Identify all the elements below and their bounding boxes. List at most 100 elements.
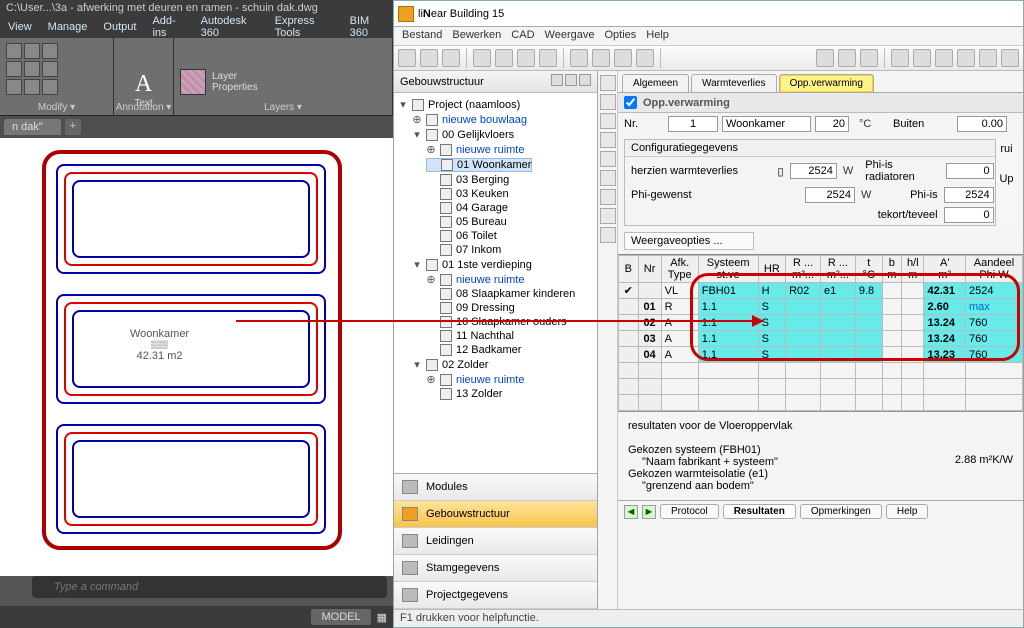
model-tab[interactable]: MODEL <box>311 609 370 625</box>
btab-help[interactable]: Help <box>886 504 929 519</box>
toolbar-button[interactable] <box>614 49 632 67</box>
grid-row-empty[interactable] <box>619 363 1023 379</box>
cfg-value-field[interactable]: 0 <box>946 163 993 179</box>
grid-row[interactable]: 03A1.1S13.24760 <box>619 331 1023 347</box>
toolbar-button[interactable] <box>816 49 834 67</box>
tree-node[interactable]: ▾02 Zolder <box>396 357 595 372</box>
menu-item[interactable]: Bestand <box>402 29 442 43</box>
tool-icon[interactable] <box>42 43 58 59</box>
toolbar-button[interactable] <box>539 49 557 67</box>
grid-header[interactable]: B <box>619 256 639 283</box>
tree-node[interactable]: ▾Project (naamloos) <box>396 97 595 112</box>
nav-pipes[interactable]: Leidingen <box>394 528 597 555</box>
tree-node[interactable]: ⊕nieuwe ruimte <box>396 372 595 387</box>
acad-tab[interactable]: View <box>0 21 40 33</box>
tool-icon[interactable] <box>6 79 22 95</box>
toolbar-button[interactable] <box>495 49 513 67</box>
acad-tab[interactable]: Output <box>95 21 144 33</box>
nav-project[interactable]: Projectgegevens <box>394 582 597 609</box>
toolbar-button[interactable] <box>891 49 909 67</box>
menu-item[interactable]: CAD <box>511 29 534 43</box>
grid-header[interactable]: HR <box>758 256 786 283</box>
cfg-value-field[interactable]: 2524 <box>790 163 837 179</box>
layer-properties-icon[interactable] <box>180 69 206 95</box>
grid-row[interactable]: 02A1.1S13.24760 <box>619 315 1023 331</box>
acad-tab[interactable]: BIM 360 <box>342 15 393 39</box>
tree-node[interactable]: 03 Berging <box>396 173 595 187</box>
toolbar-button[interactable] <box>636 49 654 67</box>
vtool-icon[interactable] <box>600 189 616 205</box>
layer-properties-label[interactable]: Layer Properties <box>212 71 258 93</box>
vtool-icon[interactable] <box>600 227 616 243</box>
room-name-field[interactable]: Woonkamer <box>722 116 811 132</box>
vtool-icon[interactable] <box>600 94 616 110</box>
display-options-button[interactable]: Weergaveopties ... <box>624 232 754 250</box>
tab-heatloss[interactable]: Warmteverlies <box>691 74 777 92</box>
tree-node[interactable]: 13 Zolder <box>396 387 595 401</box>
acad-canvas[interactable]: Woonkamer ▒▒▒ 42.31 m2 <box>0 138 393 576</box>
toolbar-button[interactable] <box>592 49 610 67</box>
panel-title[interactable]: Modify ▾ <box>0 102 113 113</box>
panel-button-icon[interactable] <box>551 74 563 86</box>
toolbar-button[interactable] <box>420 49 438 67</box>
menu-item[interactable]: Help <box>646 29 669 43</box>
tool-icon[interactable] <box>24 43 40 59</box>
side-btn[interactable]: Up <box>996 173 1017 185</box>
tree-node[interactable]: 06 Toilet <box>396 229 595 243</box>
section-enable-checkbox[interactable] <box>624 96 637 109</box>
grid-row[interactable]: ✔VLFBH01HR02e19.842.312524 <box>619 283 1023 299</box>
toolbar-button[interactable] <box>979 49 997 67</box>
tree-node[interactable]: 11 Nachthal <box>396 329 595 343</box>
acad-tab[interactable]: Add-ins <box>144 15 192 39</box>
toolbar-button[interactable] <box>473 49 491 67</box>
nav-stam[interactable]: Stamgegevens <box>394 555 597 582</box>
grid-header[interactable]: Nr <box>638 256 661 283</box>
tab-nav-prev-icon[interactable]: ◄ <box>624 505 638 519</box>
toolbar-button[interactable] <box>860 49 878 67</box>
grid-header[interactable]: R ... m²... <box>786 256 821 283</box>
toolbar-button[interactable] <box>398 49 416 67</box>
toolbar-button[interactable] <box>957 49 975 67</box>
surface-grid[interactable]: BNrAfk. TypeSysteem st.veHRR ... m²...R … <box>618 254 1023 411</box>
nr-field[interactable]: 1 <box>668 116 718 132</box>
nav-modules[interactable]: Modules <box>394 474 597 501</box>
grid-row[interactable]: 01R1.1S2.60max <box>619 299 1023 315</box>
text-tool-icon[interactable]: A <box>135 71 152 98</box>
grid-header[interactable]: Systeem st.ve <box>698 256 758 283</box>
add-document-icon[interactable]: + <box>65 119 81 135</box>
grid-row-empty[interactable] <box>619 395 1023 411</box>
grid-row[interactable]: 04A1.1S13.23760 <box>619 347 1023 363</box>
vtool-icon[interactable] <box>600 113 616 129</box>
tool-icon[interactable] <box>42 61 58 77</box>
grid-header[interactable]: A' m² <box>924 256 966 283</box>
btab-results[interactable]: Resultaten <box>723 504 796 519</box>
temp-field[interactable]: 20 <box>815 116 849 132</box>
toolbar-button[interactable] <box>517 49 535 67</box>
toolbar-button[interactable] <box>1001 49 1019 67</box>
cfg-value-field[interactable]: 2524 <box>944 187 994 203</box>
grid-header[interactable]: b m <box>882 256 901 283</box>
side-btn[interactable]: rui <box>996 143 1017 155</box>
menu-item[interactable]: Weergave <box>545 29 595 43</box>
tab-nav-next-icon[interactable]: ► <box>642 505 656 519</box>
vtool-icon[interactable] <box>600 75 616 91</box>
vtool-icon[interactable] <box>600 132 616 148</box>
menu-item[interactable]: Opties <box>604 29 636 43</box>
grid-header[interactable]: R ... m²... <box>820 256 855 283</box>
grid-header[interactable]: h/l m <box>902 256 924 283</box>
tree-node[interactable]: ⊕nieuwe ruimte <box>396 272 595 287</box>
panel-close-icon[interactable] <box>579 74 591 86</box>
tree-node[interactable]: 01 Woonkamer <box>396 157 595 173</box>
tool-icon[interactable] <box>6 43 22 59</box>
tree-node[interactable]: 05 Bureau <box>396 215 595 229</box>
nav-structure[interactable]: Gebouwstructuur <box>394 501 597 528</box>
cfg-value-field[interactable]: 0 <box>944 207 994 223</box>
acad-tab[interactable]: Express Tools <box>267 15 342 39</box>
outside-field[interactable]: 0.00 <box>957 116 1007 132</box>
status-icon[interactable]: ▦ <box>377 611 387 624</box>
panel-title[interactable]: Layers ▾ <box>174 102 392 113</box>
toolbar-button[interactable] <box>570 49 588 67</box>
slider-icon[interactable]: ▯ <box>777 165 783 178</box>
document-tab[interactable]: n dak" <box>4 119 61 135</box>
tree-node[interactable]: 08 Slaapkamer kinderen <box>396 287 595 301</box>
